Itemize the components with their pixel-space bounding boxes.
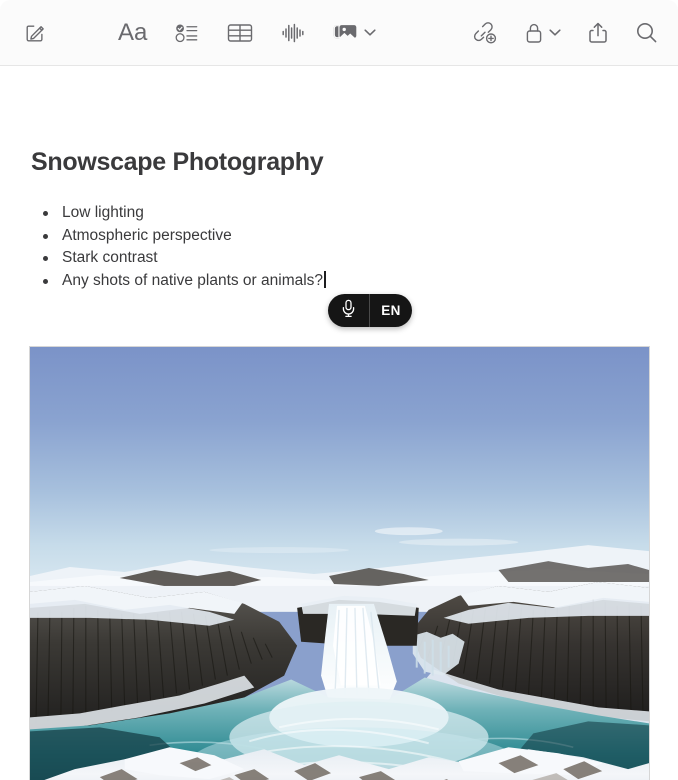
dictation-mic-button[interactable] (328, 294, 369, 327)
microphone-icon (341, 299, 356, 323)
add-link-button[interactable] (472, 21, 498, 45)
search-button[interactable] (635, 21, 658, 44)
waterfall-photo (30, 347, 649, 780)
list-item[interactable]: Low lighting (40, 202, 460, 225)
list-item-label: Atmospheric perspective (62, 226, 232, 244)
media-button[interactable] (333, 22, 376, 44)
dictation-language-button[interactable]: EN (370, 294, 412, 327)
format-button[interactable]: Aa (118, 18, 148, 46)
checklist-button[interactable] (175, 22, 199, 44)
bullet-dot-icon (43, 256, 48, 262)
photo-attachment[interactable] (29, 346, 650, 780)
list-item-label: Stark contrast (62, 249, 158, 267)
lock-button[interactable] (524, 21, 561, 45)
bullet-dot-icon (43, 279, 48, 285)
list-item-label: Low lighting (62, 204, 144, 221)
share-button[interactable] (587, 21, 609, 45)
lock-icon (524, 21, 544, 45)
table-icon (227, 22, 253, 44)
list-item[interactable]: Any shots of native plants or animals? (40, 270, 460, 293)
audio-button[interactable] (281, 21, 305, 45)
notes-window: Aa Snowscape Photography Low lighting At… (0, 0, 678, 780)
compose-button[interactable] (24, 22, 46, 44)
bullet-list[interactable]: Low lighting Atmospheric perspective Sta… (40, 202, 460, 293)
bullet-dot-icon (43, 211, 48, 216)
chevron-down-icon[interactable] (549, 28, 561, 37)
list-item-label: Any shots of native plants or animals? (62, 272, 324, 290)
bullet-dot-icon (43, 233, 48, 239)
table-button[interactable] (227, 22, 253, 44)
search-icon (635, 21, 658, 44)
list-item[interactable]: Atmospheric perspective (40, 225, 460, 248)
media-photos-icon (333, 22, 359, 44)
add-link-icon (472, 21, 498, 45)
audio-waveform-icon (281, 21, 305, 45)
format-aa-label: Aa (118, 18, 148, 46)
chevron-down-icon[interactable] (364, 28, 376, 37)
text-caret (324, 271, 326, 289)
list-item[interactable]: Stark contrast (40, 247, 460, 270)
compose-icon (24, 22, 46, 44)
checklist-icon (175, 22, 199, 44)
format-group: Aa (118, 18, 376, 46)
share-icon (587, 21, 609, 45)
dictation-widget[interactable]: EN (328, 294, 412, 327)
page-title[interactable]: Snowscape Photography (31, 148, 324, 177)
toolbar-right-group (472, 21, 658, 45)
toolbar: Aa (0, 0, 678, 66)
